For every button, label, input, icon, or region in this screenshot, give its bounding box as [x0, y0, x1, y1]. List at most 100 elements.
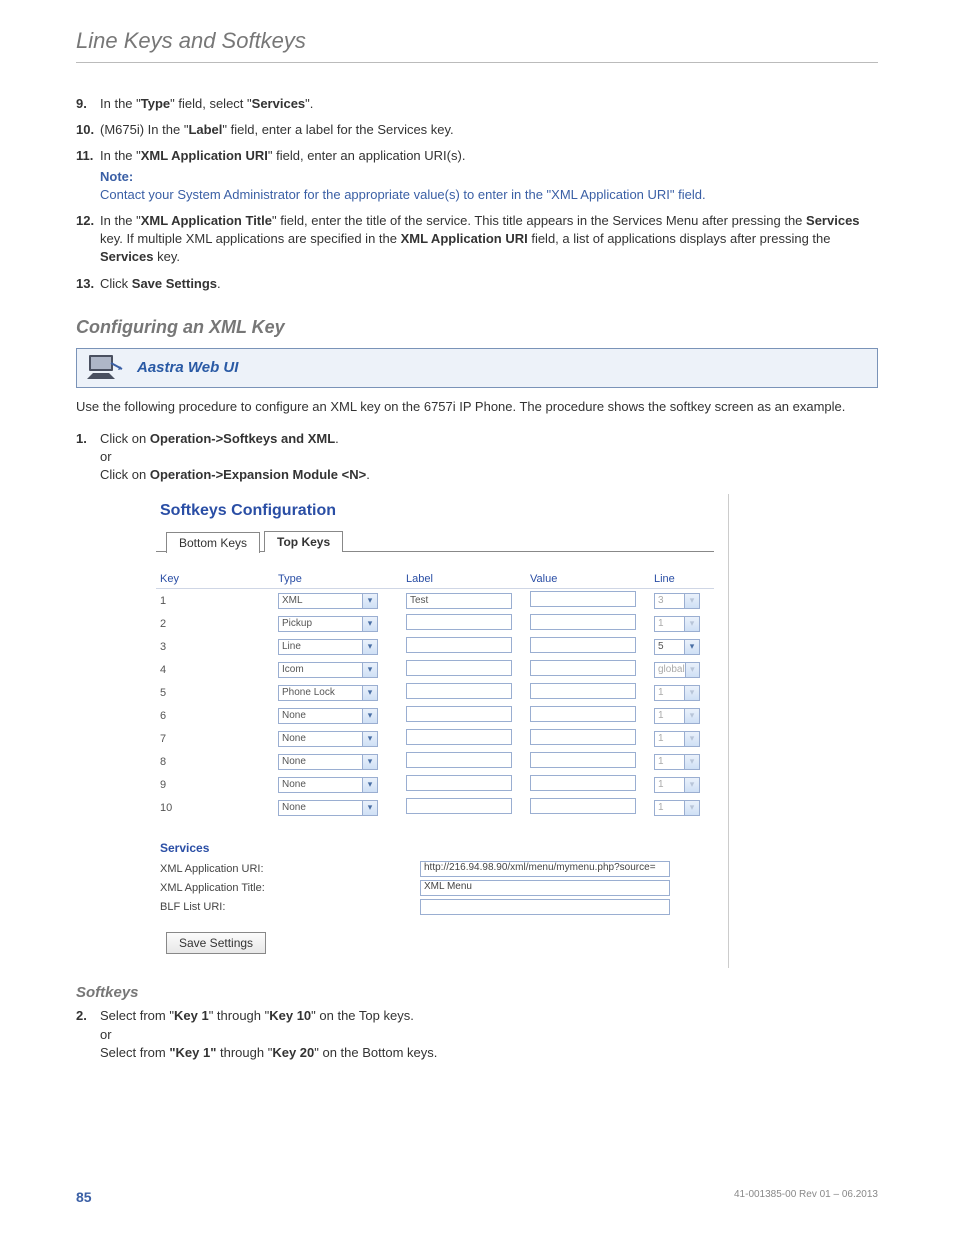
type-select[interactable]: XML▾ [278, 593, 378, 609]
chevron-down-icon: ▾ [362, 778, 377, 792]
step-text: In the "XML Application URI" field, ente… [100, 148, 465, 163]
type-select[interactable]: Pickup▾ [278, 616, 378, 632]
table-row: 6None▾ 1▾ [156, 704, 714, 727]
chevron-down-icon: ▾ [684, 755, 699, 769]
type-select[interactable]: None▾ [278, 777, 378, 793]
chevron-down-icon: ▾ [362, 663, 377, 677]
step-number: 1. [76, 430, 87, 448]
step-number: 2. [76, 1007, 87, 1025]
page-footer: 85 41-001385-00 Rev 01 – 06.2013 [76, 1189, 878, 1205]
xml-app-title-label: XML Application Title: [160, 882, 420, 894]
chevron-down-icon: ▾ [684, 732, 699, 746]
step-item: 10. (M675i) In the "Label" field, enter a… [76, 121, 878, 139]
line-select[interactable]: 1▾ [654, 777, 700, 793]
softkeys-config-screenshot: Softkeys Configuration Bottom Keys Top K… [156, 494, 729, 968]
line-select[interactable]: 1▾ [654, 685, 700, 701]
value-input[interactable] [530, 798, 636, 814]
value-input[interactable] [530, 591, 636, 607]
col-key: Key [156, 570, 274, 589]
cell-key: 5 [156, 681, 274, 704]
chevron-down-icon: ▾ [684, 617, 699, 631]
step-number: 11. [76, 147, 93, 165]
chevron-down-icon: ▾ [362, 732, 377, 746]
value-input[interactable] [530, 729, 636, 745]
xml-app-title-input[interactable]: XML Menu [420, 880, 670, 896]
type-select[interactable]: None▾ [278, 800, 378, 816]
cell-key: 3 [156, 635, 274, 658]
value-input[interactable] [530, 660, 636, 676]
line-select[interactable]: 3▾ [654, 593, 700, 609]
label-input[interactable] [406, 637, 512, 653]
line-select[interactable]: 5▾ [654, 639, 700, 655]
col-type: Type [274, 570, 402, 589]
step-text: (M675i) In the "Label" field, enter a la… [100, 122, 454, 137]
tab-bottom-keys[interactable]: Bottom Keys [166, 532, 260, 553]
type-select[interactable]: Icom▾ [278, 662, 378, 678]
cell-key: 9 [156, 773, 274, 796]
label-input[interactable] [406, 683, 512, 699]
step-item: 11. In the "XML Application URI" field, e… [76, 147, 878, 204]
line-select[interactable]: 1▾ [654, 754, 700, 770]
col-line: Line [650, 570, 714, 589]
line-select[interactable]: 1▾ [654, 616, 700, 632]
type-select[interactable]: Line▾ [278, 639, 378, 655]
step-number: 13. [76, 275, 94, 293]
value-input[interactable] [530, 775, 636, 791]
save-settings-button[interactable]: Save Settings [166, 932, 266, 954]
services-heading: Services [160, 841, 714, 855]
label-input[interactable] [406, 660, 512, 676]
blf-list-uri-input[interactable] [420, 899, 670, 915]
type-select[interactable]: None▾ [278, 708, 378, 724]
value-input[interactable] [530, 614, 636, 630]
chevron-down-icon: ▾ [362, 594, 377, 608]
blf-list-uri-row: BLF List URI: [160, 899, 714, 915]
step-text: Click on Operation->Expansion Module <N>… [100, 467, 370, 482]
cell-key: 6 [156, 704, 274, 727]
cell-key: 2 [156, 612, 274, 635]
col-label: Label [402, 570, 526, 589]
chevron-down-icon: ▾ [685, 663, 699, 677]
value-input[interactable] [530, 706, 636, 722]
table-row: 7None▾1▾ [156, 727, 714, 750]
step-text: Select from "Key 1" through "Key 20" on … [100, 1045, 437, 1060]
value-input[interactable] [530, 752, 636, 768]
table-row: 9None▾ 1▾ [156, 773, 714, 796]
type-select[interactable]: Phone Lock▾ [278, 685, 378, 701]
line-select[interactable]: 1▾ [654, 800, 700, 816]
label-input[interactable] [406, 752, 512, 768]
step-item: 12.In the "XML Application Title" field,… [76, 212, 878, 267]
step-number: 10. [76, 121, 94, 139]
label-input[interactable] [406, 614, 512, 630]
label-input[interactable]: Test [406, 593, 512, 609]
label-input[interactable] [406, 729, 512, 745]
step-list-softkeys: 2. Select from "Key 1" through "Key 10" … [76, 1007, 878, 1062]
table-row: 2Pickup▾ 1▾ [156, 612, 714, 635]
line-select[interactable]: 1▾ [654, 731, 700, 747]
table-row: 1XML▾Test3▾ [156, 589, 714, 613]
type-select[interactable]: None▾ [278, 731, 378, 747]
section-heading-config-xml: Configuring an XML Key [76, 317, 878, 338]
step-or: or [100, 449, 112, 464]
paragraph-intro: Use the following procedure to configure… [76, 398, 878, 416]
cell-key: 8 [156, 750, 274, 773]
line-select[interactable]: global▾ [654, 662, 700, 678]
line-select[interactable]: 1▾ [654, 708, 700, 724]
label-input[interactable] [406, 798, 512, 814]
chevron-down-icon: ▾ [684, 801, 699, 815]
chevron-down-icon: ▾ [362, 801, 377, 815]
tab-top-keys[interactable]: Top Keys [264, 531, 343, 552]
step-number: 9. [76, 95, 87, 113]
label-input[interactable] [406, 775, 512, 791]
step-list-config: 1. Click on Operation->Softkeys and XML.… [76, 430, 878, 485]
type-select[interactable]: None▾ [278, 754, 378, 770]
value-input[interactable] [530, 637, 636, 653]
cell-key: 4 [156, 658, 274, 681]
table-row: 4Icom▾ global▾ [156, 658, 714, 681]
value-input[interactable] [530, 683, 636, 699]
cell-key: 10 [156, 796, 274, 819]
chevron-down-icon: ▾ [684, 686, 699, 700]
section-heading-softkeys: Softkeys [76, 984, 878, 1001]
blf-list-uri-label: BLF List URI: [160, 901, 420, 913]
xml-app-uri-input[interactable]: http://216.94.98.90/xml/menu/mymenu.php?… [420, 861, 670, 877]
label-input[interactable] [406, 706, 512, 722]
